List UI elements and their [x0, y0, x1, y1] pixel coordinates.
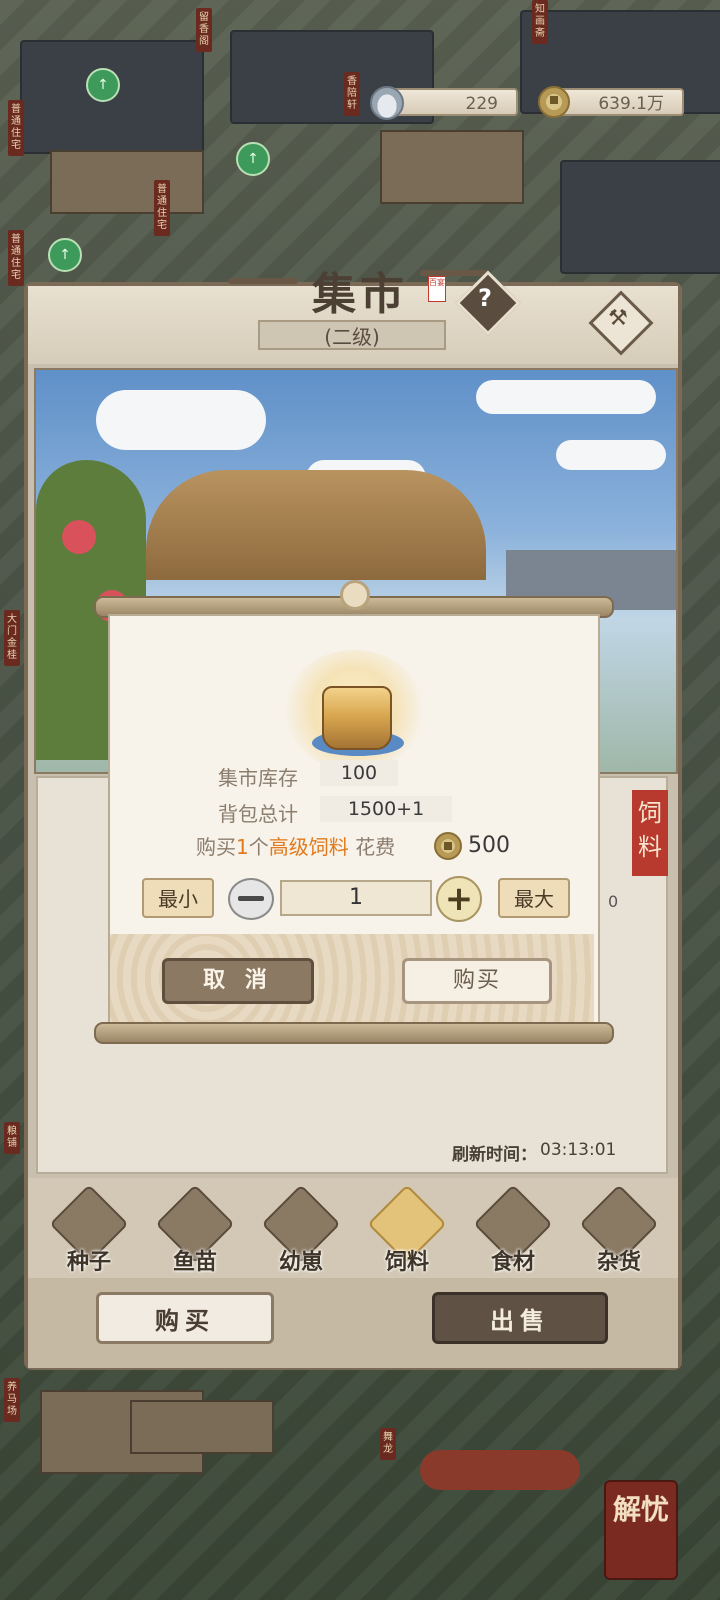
- map-sign-grain[interactable]: 粮铺: [4, 1122, 20, 1154]
- dragon-dance-float: [420, 1450, 580, 1490]
- map-sign-gate[interactable]: 大门金桂: [4, 610, 20, 666]
- stock-value: 100: [320, 760, 398, 786]
- map-sign-dragon[interactable]: 舞龙: [380, 1428, 396, 1460]
- buy-unit: 个: [248, 835, 269, 859]
- cloud: [96, 390, 266, 450]
- map-building: [50, 150, 204, 214]
- map-building: [560, 160, 720, 274]
- market-level: (二级): [258, 320, 446, 350]
- harvest-marker-icon[interactable]: ↑: [236, 142, 270, 176]
- minus-icon: [238, 896, 264, 901]
- scroll-rod-bottom: [94, 1022, 614, 1044]
- cost-label: 花费: [355, 835, 396, 859]
- bag-total-value: 1500+1: [320, 796, 452, 822]
- confirm-buy-button[interactable]: 购买: [402, 958, 552, 1004]
- tab-label: 种子: [66, 1250, 111, 1275]
- map-sign-liuxiang[interactable]: 留香阁: [196, 8, 212, 52]
- map-building: [130, 1400, 274, 1454]
- purchase-summary: 购买1个高级饲料 花费: [196, 832, 395, 862]
- refresh-label: 刷新时间：: [452, 1145, 537, 1165]
- buy-prefix: 购买: [196, 835, 236, 859]
- buy-mode-button[interactable]: 购买: [96, 1292, 274, 1344]
- buy-qty: 1: [236, 835, 249, 859]
- tab-sundries[interactable]: 杂货: [579, 1184, 659, 1276]
- hammer-icon: ⚒: [608, 306, 628, 331]
- scroll-knot: [340, 580, 370, 610]
- harvest-marker-icon[interactable]: ↑: [86, 68, 120, 102]
- max-button[interactable]: 最大: [498, 878, 570, 918]
- tab-feed[interactable]: 饲料: [367, 1184, 447, 1276]
- item-name: 高级饲料: [268, 835, 349, 859]
- premium-feed-steamer-icon: [322, 686, 392, 750]
- min-button[interactable]: 最小: [142, 878, 214, 918]
- silver-ingot-icon: [370, 86, 404, 120]
- jieyou-button[interactable]: 解忧: [604, 1480, 678, 1580]
- tab-ingredients[interactable]: 食材: [473, 1184, 553, 1276]
- title-cloud-deco-left: [228, 278, 298, 284]
- map-building: [380, 130, 524, 204]
- copper-coin-icon: [434, 832, 462, 860]
- sell-mode-button[interactable]: 出售: [432, 1292, 608, 1344]
- map-sign-xiangpei[interactable]: 香陪轩: [344, 72, 360, 116]
- stock-label: 集市库存: [218, 766, 298, 790]
- tab-label: 饲料: [384, 1250, 429, 1275]
- plus-icon: +: [444, 879, 474, 919]
- lantern-icon: [62, 520, 96, 554]
- copper-coin-icon: [538, 86, 570, 118]
- quantity-stepper[interactable]: 1: [280, 880, 432, 916]
- tab-seeds[interactable]: 种子: [49, 1184, 129, 1276]
- map-sign-residence[interactable]: 普通住宅: [8, 100, 24, 156]
- cloud: [476, 380, 656, 414]
- cost-value: 500: [468, 833, 510, 858]
- map-sign-zhihua[interactable]: 知画斋: [532, 0, 548, 44]
- tab-fry[interactable]: 鱼苗: [155, 1184, 235, 1276]
- refresh-time: 03:13:01: [540, 1140, 617, 1160]
- seal-stamp: 百宴: [428, 276, 446, 302]
- question-mark-icon: ?: [478, 284, 492, 312]
- market-title: 集市: [312, 269, 408, 320]
- tab-label: 鱼苗: [172, 1250, 217, 1275]
- map-sign-residence[interactable]: 普通住宅: [154, 180, 170, 236]
- category-tag: 饲料: [632, 790, 668, 876]
- map-sign-residence[interactable]: 普通住宅: [8, 230, 24, 286]
- list-count-fragment: 0: [608, 892, 619, 911]
- market-roof: [146, 470, 486, 580]
- tab-label: 食材: [490, 1250, 535, 1275]
- cancel-button[interactable]: 取 消: [162, 958, 314, 1004]
- tab-label: 杂货: [596, 1250, 641, 1275]
- tab-label: 幼崽: [278, 1250, 323, 1275]
- cloud: [556, 440, 666, 470]
- bag-total-label: 背包总计: [218, 802, 298, 826]
- map-sign-stable[interactable]: 养马场: [4, 1378, 20, 1422]
- harvest-marker-icon[interactable]: ↑: [48, 238, 82, 272]
- tab-young-animals[interactable]: 幼崽: [261, 1184, 341, 1276]
